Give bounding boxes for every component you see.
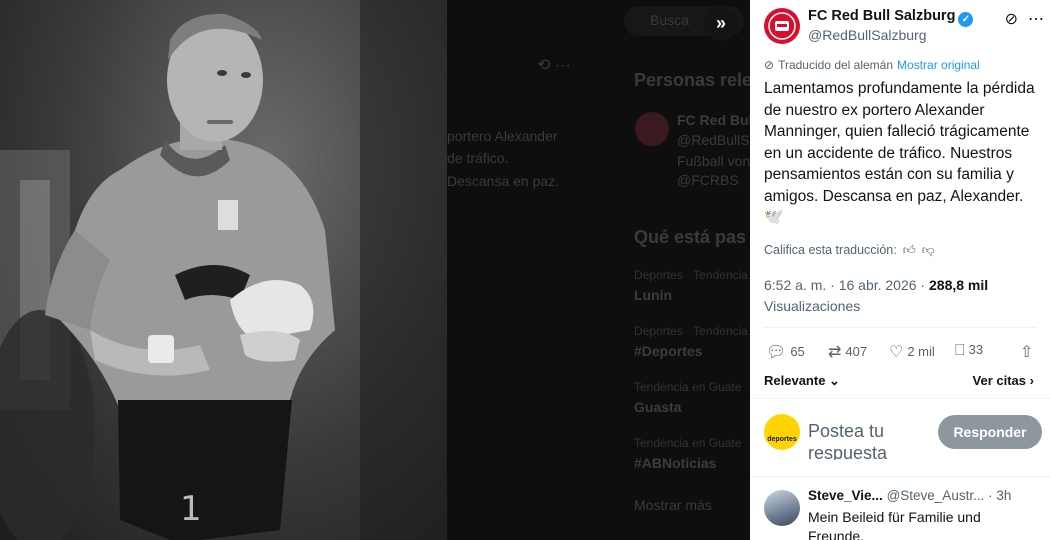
translated-from-label: Traducido del alemán xyxy=(778,58,894,72)
reply-author-handle[interactable]: @Steve_Austr... xyxy=(887,488,985,503)
background-account-bio: Fußball von xyxy=(677,153,750,169)
background-account-bio: @FCRBS xyxy=(677,172,739,188)
background-repost-icon: ⟲ ··· xyxy=(537,57,571,74)
background-post-fragment: de tráfico. xyxy=(447,150,509,166)
reply-submit-button[interactable]: Responder xyxy=(938,415,1042,449)
reply-author-name[interactable]: Steve_Vie... xyxy=(808,488,883,503)
thumbs-down-icon[interactable]: 👎︎ xyxy=(922,243,935,257)
background-trend-name: Guasta xyxy=(634,399,682,415)
views-label: Visualizaciones xyxy=(764,298,861,314)
author-avatar[interactable] xyxy=(764,8,800,44)
reply-composer: deportes Postea tu respuesta Responder xyxy=(764,414,1044,460)
chevron-down-icon: ⌄ xyxy=(829,373,840,388)
thumbs-up-icon[interactable]: 👍︎ xyxy=(903,243,916,257)
double-chevron-right-icon: » xyxy=(715,13,726,33)
background-who-to-follow-header: Personas relev xyxy=(634,70,750,90)
view-quotes-link[interactable]: Ver citas › xyxy=(973,373,1034,388)
background-trend-category: Deportes · Tendencia xyxy=(634,324,748,338)
post-actions: 💬︎ 65 ⇄ 407 ♡ 2 mil ⎕ 33 ⇧ xyxy=(764,342,1040,364)
reply-text: Mein Beileid für Familie und Freunde. xyxy=(808,509,981,540)
repost-count: 407 xyxy=(845,344,868,359)
background-account-avatar xyxy=(635,112,669,146)
heart-icon: ♡ xyxy=(889,344,904,361)
post-photo[interactable]: 1 xyxy=(0,0,447,540)
grok-icon[interactable]: ⊘ xyxy=(1005,11,1018,28)
reply-header: Steve_Vie... @Steve_Austr... · 3h xyxy=(808,488,1011,503)
reply-button[interactable]: 💬︎ 65 xyxy=(766,342,805,362)
author-name-text: FC Red Bull Salzburg xyxy=(808,8,956,24)
divider xyxy=(750,476,1050,477)
reply-time[interactable]: · 3h xyxy=(988,488,1011,503)
rate-translation: Califica esta traducción: 👍︎ 👎︎ xyxy=(764,243,934,258)
background-trend-category: Tendencia en Guate xyxy=(634,436,742,450)
post-timestamp: 6:52 a. m. · 16 abr. 2026 · 288,8 mil xyxy=(764,277,989,293)
background-trend-name: #Deportes xyxy=(634,343,703,359)
bookmark-button[interactable]: ⎕ 33 xyxy=(955,342,983,360)
more-options-icon[interactable]: ⋯ xyxy=(1028,11,1044,28)
post-time[interactable]: 6:52 a. m. · 16 abr. 2026 xyxy=(764,277,917,293)
red-bull-logo-icon xyxy=(768,12,796,40)
background-show-more: Mostrar más xyxy=(634,497,712,513)
author-name[interactable]: FC Red Bull Salzburg ✓ xyxy=(808,8,974,27)
goalkeeper-illustration: 1 xyxy=(0,0,447,540)
bookmark-icon: ⎕ xyxy=(955,342,965,359)
background-trend-category: Deportes · Tendencia xyxy=(634,268,748,282)
sort-replies-dropdown[interactable]: Relevante ⌄ xyxy=(764,373,840,389)
rate-translation-label: Califica esta traducción: xyxy=(764,243,897,257)
like-button[interactable]: ♡ 2 mil xyxy=(889,342,935,362)
share-button[interactable]: ⇧ xyxy=(1020,342,1037,362)
translate-icon: ⊘ xyxy=(764,58,775,72)
share-icon: ⇧ xyxy=(1020,344,1034,361)
like-count: 2 mil xyxy=(907,344,935,359)
current-user-avatar[interactable]: deportes xyxy=(764,414,800,450)
background-post-fragment: Descansa en paz. xyxy=(447,173,560,189)
author-handle[interactable]: @RedBullSalzburg xyxy=(808,27,927,43)
post-text: Lamentamos profundamente la pérdida de n… xyxy=(764,80,1035,226)
background-page: Busca ⟲ ··· portero Alexander de tráfico… xyxy=(447,0,750,540)
reply-icon: 💬︎ xyxy=(766,344,787,361)
background-trend-name: #ABNoticias xyxy=(634,455,717,471)
svg-text:1: 1 xyxy=(180,489,202,529)
translation-notice: ⊘ Traducido del alemán Mostrar original xyxy=(764,58,980,72)
background-post-fragment: portero Alexander xyxy=(447,128,558,144)
views-count: 288,8 mil xyxy=(929,277,989,293)
reply-input[interactable]: Postea tu respuesta xyxy=(808,420,918,460)
expand-sidebar-button[interactable]: » xyxy=(704,7,738,41)
background-trend-category: Tendencia en Guate xyxy=(634,380,742,394)
media-viewer: 1 Busca ⟲ ··· portero Alexander de tráfi… xyxy=(0,0,1050,540)
background-account-handle: @RedBullS xyxy=(677,132,750,148)
background-account-name: FC Red Bull xyxy=(677,112,750,128)
divider xyxy=(750,398,1050,399)
repost-button[interactable]: ⇄ 407 xyxy=(828,342,867,362)
chevron-right-icon: › xyxy=(1029,373,1034,388)
verified-badge-icon: ✓ xyxy=(958,12,974,27)
divider xyxy=(764,327,1036,328)
sort-label: Relevante xyxy=(764,373,826,388)
post-detail-panel: FC Red Bull Salzburg ✓ @RedBullSalzburg ⊘… xyxy=(750,0,1050,540)
reply-author-avatar[interactable] xyxy=(764,490,800,526)
header-actions: ⊘ ⋯ xyxy=(995,9,1044,29)
background-trend-name: Lunin xyxy=(634,287,673,303)
repost-icon: ⇄ xyxy=(828,344,842,361)
quotes-label: Ver citas xyxy=(972,373,1027,388)
post-header: FC Red Bull Salzburg ✓ @RedBullSalzburg ⊘… xyxy=(764,8,1044,48)
reply-count: 65 xyxy=(790,344,805,359)
background-search-placeholder: Busca xyxy=(650,12,689,28)
show-original-link[interactable]: Mostrar original xyxy=(897,58,980,72)
bookmark-count: 33 xyxy=(968,342,984,357)
background-trends-header: Qué está pas xyxy=(634,227,747,247)
